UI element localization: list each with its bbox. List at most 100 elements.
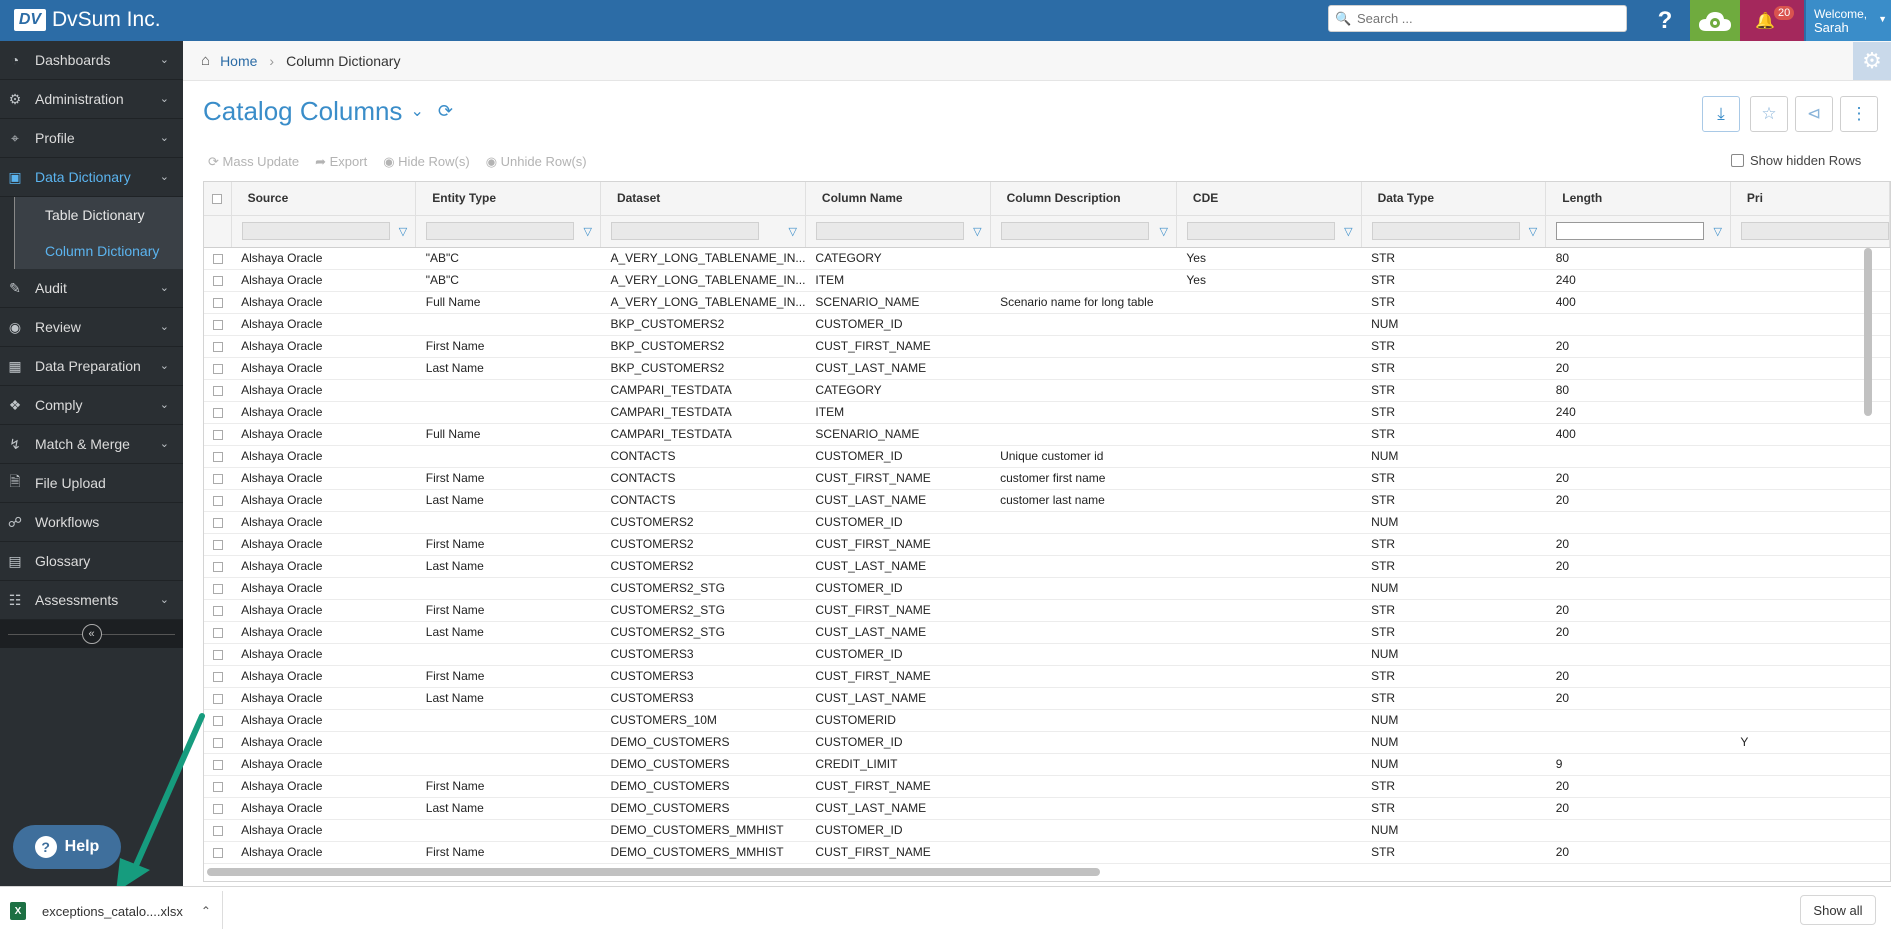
row-checkbox[interactable] [212,671,223,682]
sidebar-item-data-preparation[interactable]: ▦ Data Preparation ⌄ [0,347,183,386]
download-item[interactable]: X exceptions_catalo....xlsx ⌃ [10,897,211,925]
sidebar-item-file-upload[interactable]: 🗎 File Upload [0,464,183,503]
page-settings-gear-icon[interactable]: ⚙ [1853,42,1891,80]
row-checkbox[interactable] [212,781,223,792]
filter-input[interactable] [426,222,575,240]
row-checkbox-cell[interactable] [204,379,232,402]
table-row[interactable]: Alshaya Oracle First Name CUSTOMERS2 CUST_F… [204,533,1890,556]
row-checkbox-cell[interactable] [204,621,232,644]
filter-icon[interactable]: ▽ [1713,225,1721,238]
breadcrumb-home-link[interactable]: Home [220,53,257,69]
table-row[interactable]: Alshaya Oracle CUSTOMERS2_STG CUSTOMER_ID N… [204,577,1890,600]
row-checkbox-cell[interactable] [204,511,232,534]
row-checkbox-cell[interactable] [204,577,232,600]
sidebar-item-workflows[interactable]: ☍ Workflows [0,503,183,542]
refresh-icon[interactable]: ⟳ [438,101,453,122]
download-button[interactable]: ⤓ [1702,96,1740,132]
table-row[interactable]: Alshaya Oracle Last Name CUSTOMERS2 CUST_LA… [204,555,1890,578]
sidebar-item-profile[interactable]: ⌖ Profile ⌄ [0,119,183,158]
filter-input[interactable] [241,222,390,240]
brand[interactable]: DV DvSum Inc. [14,6,161,34]
table-row[interactable]: Alshaya Oracle Last Name CONTACTS CUST_LAST… [204,489,1890,512]
table-row[interactable]: Alshaya Oracle CAMPARI_TESTDATA CATEGORY ST… [204,379,1890,402]
user-menu[interactable]: Welcome, Sarah ▼ [1806,0,1891,41]
filter-icon[interactable]: ▽ [788,225,796,238]
filter-icon[interactable]: ▽ [973,225,981,238]
sidebar-item-administration[interactable]: ⚙ Administration ⌄ [0,80,183,119]
row-checkbox[interactable] [212,605,223,616]
column-header[interactable]: Entity Type [415,182,601,216]
horizontal-scrollbar[interactable] [207,868,1100,876]
help-widget-button[interactable]: ? Help [13,825,121,869]
table-row[interactable]: Alshaya Oracle First Name DEMO_CUSTOMERS_M… [204,841,1890,864]
table-row[interactable]: Alshaya Oracle First Name CUSTOMERS2_STG CU… [204,599,1890,622]
filter-input[interactable] [1186,222,1335,240]
row-checkbox[interactable] [212,825,223,836]
row-checkbox[interactable] [212,407,223,418]
row-checkbox-cell[interactable] [204,489,232,512]
sidebar-subitem-table-dictionary[interactable]: Table Dictionary [14,197,183,233]
row-checkbox[interactable] [212,363,223,374]
table-row[interactable]: Alshaya Oracle Full Name A_VERY_LONG_TABLE… [204,291,1890,314]
row-checkbox[interactable] [212,847,223,858]
table-row[interactable]: Alshaya Oracle CUSTOMERS3 CUSTOMER_ID NUM [204,643,1890,666]
row-checkbox[interactable] [212,715,223,726]
sidebar-subitem-column-dictionary[interactable]: Column Dictionary [14,233,183,269]
home-icon[interactable]: ⌂ [201,52,210,69]
sidebar-item-data-dictionary[interactable]: ▣ Data Dictionary ⌄ [0,158,183,197]
row-checkbox[interactable] [212,583,223,594]
table-row[interactable]: Alshaya Oracle "AB"C A_VERY_LONG_TABLENAME… [204,247,1890,270]
filter-input-active[interactable] [1556,222,1705,240]
table-row[interactable]: Alshaya Oracle Last Name CUSTOMERS2_STG CUS… [204,621,1890,644]
filter-icon[interactable]: ▽ [1529,225,1537,238]
row-checkbox[interactable] [212,539,223,550]
row-checkbox[interactable] [212,451,223,462]
table-row[interactable]: Alshaya Oracle "AB"C A_VERY_LONG_TABLENAME… [204,269,1890,292]
row-checkbox[interactable] [212,275,223,286]
filter-icon[interactable]: ▽ [399,225,407,238]
filter-input[interactable] [1740,222,1889,240]
filter-input[interactable] [1000,222,1149,240]
notifications-button[interactable]: 🔔 20 [1740,0,1804,41]
row-checkbox-cell[interactable] [204,643,232,666]
column-header[interactable]: Dataset [600,182,806,216]
filter-icon[interactable]: ▽ [1159,225,1167,238]
table-row[interactable]: Alshaya Oracle CUSTOMERS2 CUSTOMER_ID NUM [204,511,1890,534]
row-checkbox-cell[interactable] [204,665,232,688]
row-checkbox-cell[interactable] [204,269,232,292]
table-row[interactable]: Alshaya Oracle Full Name CAMPARI_TESTDATA S… [204,423,1890,446]
row-checkbox-cell[interactable] [204,555,232,578]
table-row[interactable]: Alshaya Oracle First Name CONTACTS CUST_FIR… [204,467,1890,490]
row-checkbox-cell[interactable] [204,533,232,556]
table-row[interactable]: Alshaya Oracle CONTACTS CUSTOMER_ID Unique … [204,445,1890,468]
row-checkbox[interactable] [212,341,223,352]
column-header[interactable]: Column Description [990,182,1177,216]
table-row[interactable]: Alshaya Oracle First Name CUSTOMERS3 CUST_F… [204,665,1890,688]
filter-icon[interactable]: ▽ [1344,225,1352,238]
column-header[interactable]: Data Type [1361,182,1547,216]
sidebar-item-dashboards[interactable]: ◔ Dashboards ⌄ [0,41,183,80]
mass-update-button[interactable]: ⟳ Mass Update [208,154,299,170]
row-checkbox-cell[interactable] [204,291,232,314]
search-box[interactable]: 🔍 [1328,5,1627,32]
collapse-sidebar-icon[interactable]: « [81,624,102,644]
unhide-rows-button[interactable]: ◉ Unhide Row(s) [486,154,587,170]
table-row[interactable]: Alshaya Oracle Last Name DEMO_CUSTOMERS CUS… [204,797,1890,820]
show-hidden-rows-toggle[interactable]: Show hidden Rows [1731,153,1861,168]
row-checkbox[interactable] [212,297,223,308]
title-chevron-down-icon[interactable]: ⌄ [410,101,423,121]
row-checkbox[interactable] [212,517,223,528]
filter-icon[interactable]: ▽ [583,225,591,238]
table-row[interactable]: Alshaya Oracle CUSTOMERS_10M CUSTOMERID NUM [204,709,1890,732]
export-button[interactable]: ➦ Export [315,154,367,170]
column-header[interactable]: Source [231,182,417,216]
table-row[interactable]: Alshaya Oracle First Name DEMO_CUSTOMERS CU… [204,775,1890,798]
table-row[interactable]: Alshaya Oracle First Name BKP_CUSTOMERS2 CU… [204,335,1890,358]
column-header[interactable]: Length [1545,182,1731,216]
row-checkbox[interactable] [212,693,223,704]
row-checkbox[interactable] [212,385,223,396]
row-checkbox-cell[interactable] [204,357,232,380]
sidebar-item-audit[interactable]: ✎ Audit ⌄ [0,269,183,308]
sidebar-item-review[interactable]: ◉ Review ⌄ [0,308,183,347]
row-checkbox[interactable] [212,253,223,264]
